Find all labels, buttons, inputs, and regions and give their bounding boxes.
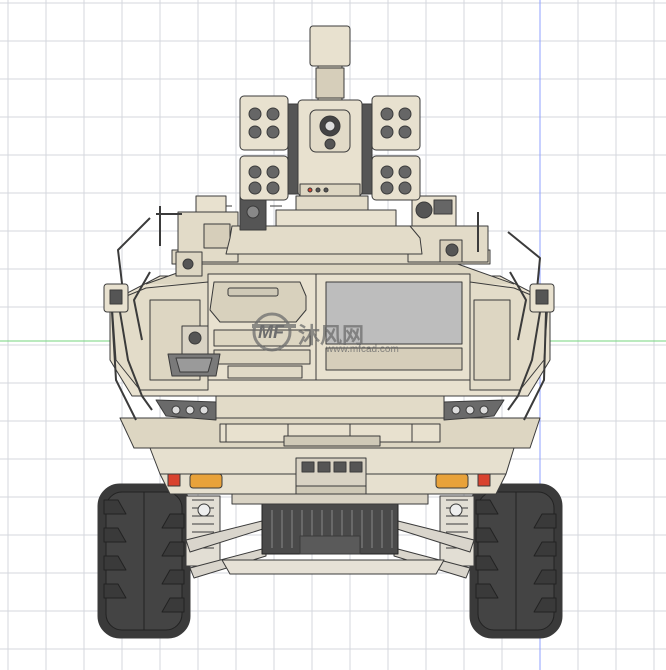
right-headlight-cluster (443, 399, 505, 421)
sensor-mast (297, 25, 363, 197)
left-wheel (97, 483, 191, 639)
left-marker-lamp (167, 473, 181, 487)
tow-bar (231, 493, 429, 505)
right-fog-lamp (435, 473, 469, 489)
left-fog-lamp (189, 473, 223, 489)
watermark-logo-letters: MF (258, 322, 284, 342)
right-missile-pod (361, 95, 421, 201)
front-skid-plate (221, 559, 445, 575)
right-marker-lamp (477, 473, 491, 487)
front-bumper (149, 447, 515, 495)
left-missile-pod (239, 95, 299, 201)
cad-viewport: MF 沐风网 www.mfcad.com (0, 0, 666, 670)
differential (261, 503, 399, 555)
lower-hull (119, 417, 541, 449)
watermark-url: www.mfcad.com (326, 344, 399, 355)
front-lower-panel (215, 395, 445, 419)
left-headlight-cluster (155, 399, 217, 421)
right-wheel (469, 483, 563, 639)
